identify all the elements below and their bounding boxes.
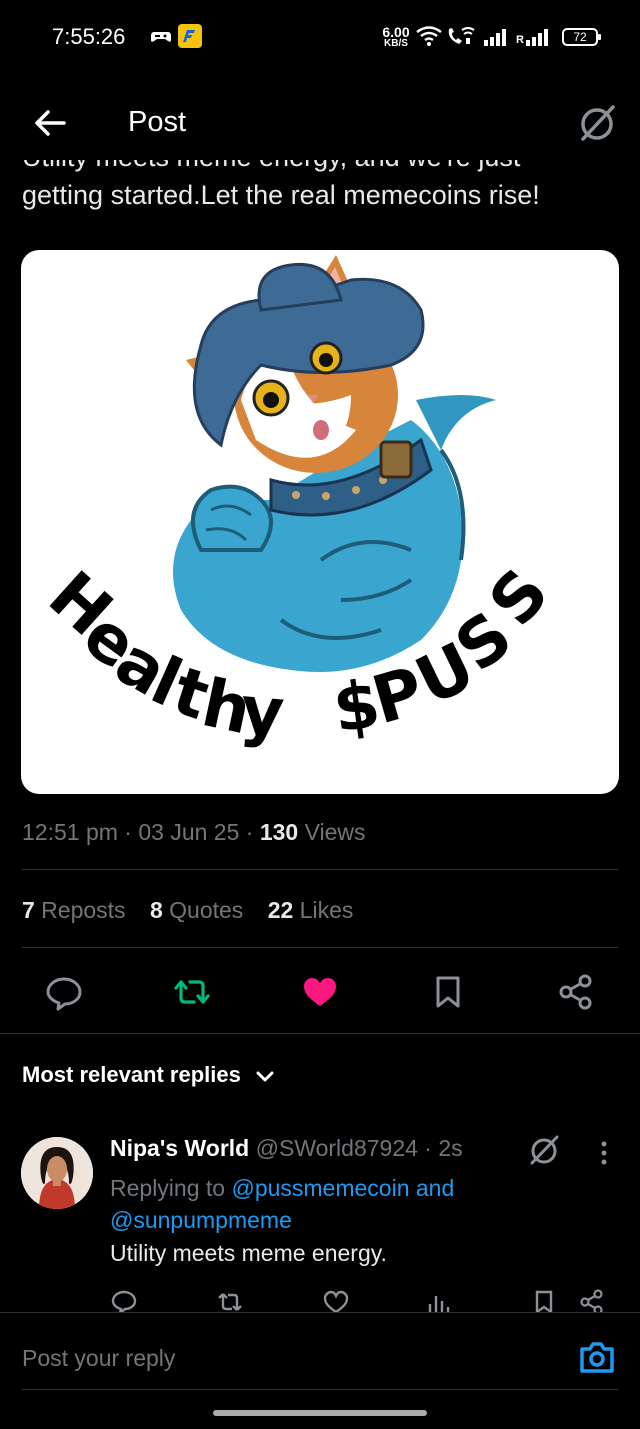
- reply-actions: [0, 1282, 640, 1312]
- reply-text: Utility meets meme energy.: [110, 1240, 387, 1266]
- wifi-calling-icon: [448, 27, 475, 44]
- reposts-label: Reposts: [34, 897, 126, 923]
- reply-header: Nipa's World @SWorld87924 · 2s: [110, 1135, 463, 1162]
- engagement-stats: 7 Reposts 8 Quotes 22 Likes: [22, 897, 371, 924]
- mention-link[interactable]: @sunpumpmeme: [110, 1207, 292, 1233]
- tweet-time: 12:51 pm: [22, 819, 118, 845]
- more-options-icon[interactable]: [594, 1138, 614, 1168]
- mention-link[interactable]: @pussmemecoin and: [231, 1175, 454, 1201]
- replying-to: Replying to @pussmemecoin and @sunpumpme…: [110, 1172, 530, 1236]
- avatar[interactable]: [21, 1137, 93, 1209]
- roaming-indicator: R: [516, 34, 524, 46]
- reply-composer: Post your reply: [0, 1312, 640, 1429]
- camera-icon[interactable]: [578, 1339, 616, 1375]
- back-arrow-icon[interactable]: [30, 106, 70, 140]
- logo-text-y: y: [238, 671, 288, 751]
- likes-count: 22: [267, 897, 294, 923]
- likes-stat[interactable]: 22 Likes: [268, 897, 354, 923]
- reply-separator: ·: [417, 1135, 439, 1161]
- quotes-count: 8: [149, 897, 163, 923]
- tweet-image[interactable]: H e a l t h y $ P U S S: [21, 250, 619, 794]
- share-icon[interactable]: [556, 972, 596, 1012]
- status-time: 7:55:26: [52, 24, 126, 49]
- repost-icon[interactable]: [172, 972, 212, 1012]
- home-indicator[interactable]: [213, 1410, 427, 1416]
- battery-indicator: 72: [562, 28, 601, 46]
- divider: [22, 869, 618, 870]
- bookmark-icon[interactable]: [428, 972, 468, 1012]
- repost-icon[interactable]: [216, 1288, 244, 1312]
- signal-strength-1-icon: [484, 29, 506, 46]
- reply-author-name[interactable]: Nipa's World: [110, 1135, 249, 1161]
- likes-label: Likes: [293, 897, 354, 923]
- replying-prefix: Replying to: [110, 1175, 232, 1201]
- views-chart-icon[interactable]: [424, 1288, 452, 1312]
- network-speed: 6.00 KB/S: [380, 24, 412, 50]
- reply-input[interactable]: Post your reply: [22, 1345, 175, 1372]
- page-title: Post: [128, 106, 187, 138]
- top-app-bar: Post: [0, 90, 640, 160]
- tweet-date: 03 Jun 25: [138, 819, 240, 845]
- bookmark-icon[interactable]: [530, 1288, 558, 1312]
- grok-icon[interactable]: [527, 1133, 561, 1167]
- composer-underline: [22, 1389, 618, 1390]
- tweet-meta: 12:51 pm · 03 Jun 25 · 130 Views: [22, 819, 366, 846]
- quotes-label: Quotes: [162, 897, 244, 923]
- signal-strength-2-icon: [526, 29, 548, 46]
- heart-icon[interactable]: [300, 972, 340, 1012]
- meta-separator: ·: [239, 819, 260, 845]
- reply-time: 2s: [438, 1135, 463, 1161]
- grok-icon[interactable]: [576, 102, 618, 144]
- meta-separator: ·: [117, 819, 139, 845]
- chevron-down-icon[interactable]: [254, 1066, 276, 1088]
- reposts-stat[interactable]: 7 Reposts: [22, 897, 126, 923]
- quotes-stat[interactable]: 8 Quotes: [150, 897, 243, 923]
- reply-author-handle[interactable]: @SWorld87924: [256, 1135, 418, 1161]
- divider: [0, 1033, 640, 1034]
- tweet-text-partial: Utility meets meme energy, and we're jus…: [22, 160, 622, 176]
- wifi-icon: [416, 26, 442, 46]
- views-count: 130: [259, 819, 299, 845]
- replies-sort-heading[interactable]: Most relevant replies: [22, 1062, 241, 1088]
- reply-icon[interactable]: [110, 1288, 138, 1312]
- flipkart-icon: [178, 24, 202, 48]
- status-bar: 7:55:26 6.00 KB/S R 72: [0, 0, 640, 72]
- reposts-count: 7: [22, 897, 35, 923]
- divider: [22, 947, 618, 948]
- speed-value: 6.00: [382, 24, 410, 40]
- healthy-puss-logo-image: H e a l t h y $ P U S S: [34, 255, 564, 752]
- views-label[interactable]: Views: [298, 819, 366, 845]
- heart-icon[interactable]: [322, 1288, 350, 1312]
- game-controller-icon: [151, 32, 171, 42]
- reply-icon[interactable]: [44, 972, 84, 1012]
- speed-unit: KB/S: [384, 38, 408, 49]
- share-icon[interactable]: [578, 1288, 606, 1312]
- tweet-text: getting started.Let the real memecoins r…: [22, 180, 540, 210]
